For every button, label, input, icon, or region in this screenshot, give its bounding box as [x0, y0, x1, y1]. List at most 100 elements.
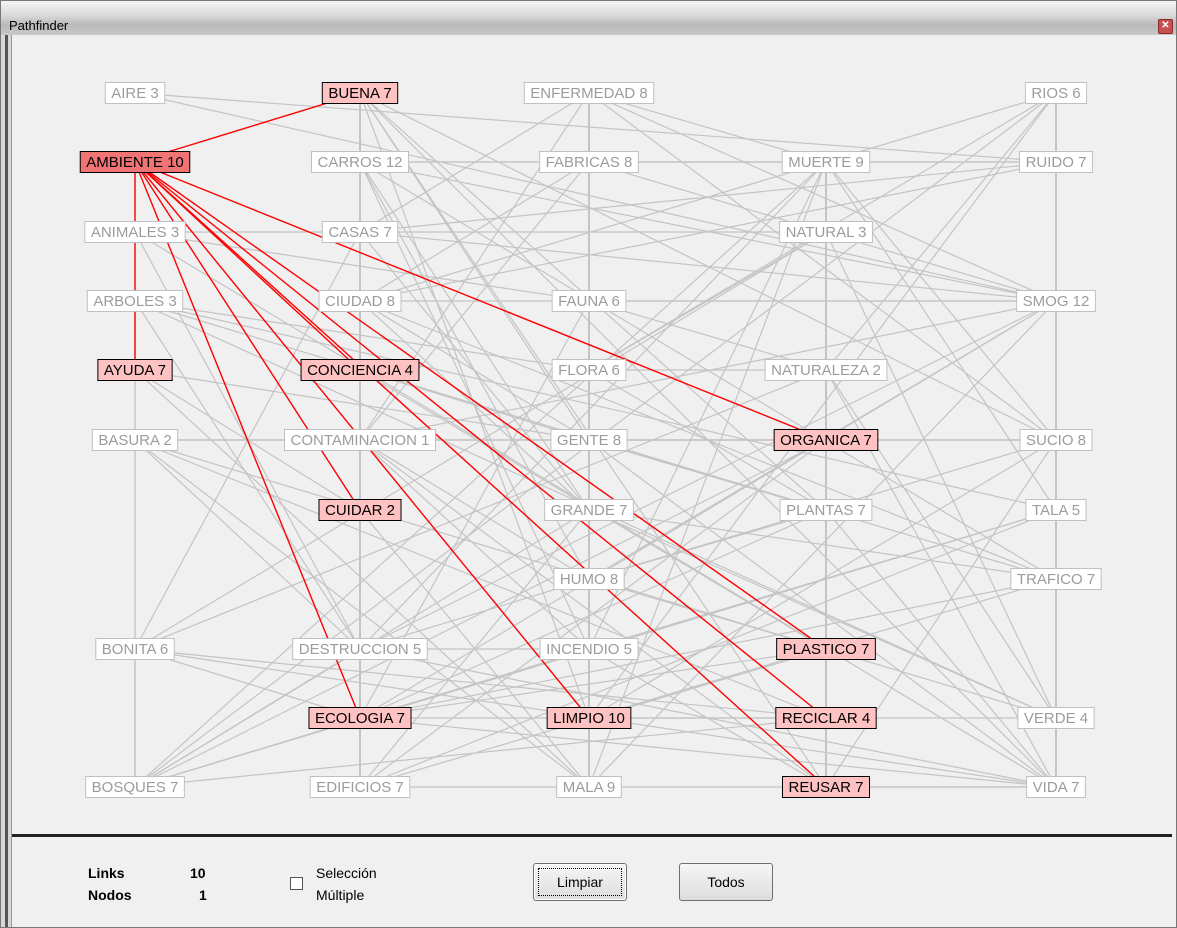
node-label-muerte: MUERTE 9 — [788, 154, 864, 171]
node-label-bosques: BOSQUES 7 — [92, 779, 179, 796]
node-buena[interactable]: BUENA 7 — [321, 82, 399, 104]
node-label-edificios: EDIFICIOS 7 — [316, 779, 404, 796]
node-smog[interactable]: SMOG 12 — [1016, 290, 1096, 312]
node-label-incendio: INCENDIO 5 — [546, 641, 632, 658]
pathfinder-window: Pathfinder ✕ AIRE 3 BUENA 7 ENFERMEDAD 8 RI… — [0, 0, 1177, 928]
node-ruido[interactable]: RUIDO 7 — [1019, 151, 1093, 173]
node-enfermedad[interactable]: ENFERMEDAD 8 — [523, 82, 655, 104]
node-label-conciencia: CONCIENCIA 4 — [307, 362, 413, 379]
node-reciclar[interactable]: RECICLAR 4 — [775, 707, 877, 729]
node-plantas[interactable]: PLANTAS 7 — [779, 499, 873, 521]
link-smog-ecologia — [359, 300, 1057, 719]
node-label-ambiente: AMBIENTE 10 — [86, 154, 184, 171]
node-incendio[interactable]: INCENDIO 5 — [539, 638, 639, 660]
node-label-basura: BASURA 2 — [98, 432, 171, 449]
link-basura-plastico — [134, 439, 827, 650]
node-muerte[interactable]: MUERTE 9 — [781, 151, 871, 173]
node-sucio[interactable]: SUCIO 8 — [1019, 429, 1093, 451]
node-label-destruccion: DESTRUCCION 5 — [299, 641, 422, 658]
node-plastico[interactable]: PLASTICO 7 — [776, 638, 876, 660]
node-carros[interactable]: CARROS 12 — [310, 151, 410, 173]
node-rios[interactable]: RIOS 6 — [1024, 82, 1088, 104]
node-label-limpio: LIMPIO 10 — [553, 710, 625, 727]
nodes-label: Nodos — [88, 887, 132, 903]
links-count: 10 — [190, 865, 206, 881]
link-arboles-tala — [134, 300, 1057, 511]
multi-select-checkbox[interactable] — [290, 877, 303, 890]
link-ecologia-vida — [359, 717, 1057, 788]
node-verde[interactable]: VERDE 4 — [1017, 707, 1095, 729]
node-label-carros: CARROS 12 — [317, 154, 402, 171]
clear-button[interactable]: Limpiar — [533, 863, 627, 901]
node-label-reciclar: RECICLAR 4 — [782, 710, 870, 727]
link-reciclar-bosques — [134, 717, 827, 788]
node-ecologia[interactable]: ECOLOGIA 7 — [308, 707, 412, 729]
node-bonita[interactable]: BONITA 6 — [95, 638, 175, 660]
node-mala[interactable]: MALA 9 — [556, 776, 622, 798]
node-bosques[interactable]: BOSQUES 7 — [85, 776, 185, 798]
node-label-mala: MALA 9 — [563, 779, 616, 796]
node-flora[interactable]: FLORA 6 — [551, 359, 627, 381]
node-ayuda[interactable]: AYUDA 7 — [97, 359, 173, 381]
node-label-contaminacion: CONTAMINACION 1 — [291, 432, 430, 449]
node-label-gente: GENTE 8 — [557, 432, 621, 449]
node-grande[interactable]: GRANDE 7 — [544, 499, 634, 521]
node-edificios[interactable]: EDIFICIOS 7 — [309, 776, 411, 798]
network-graph[interactable]: AIRE 3 BUENA 7 ENFERMEDAD 8 RIOS 6 AMBIENTE … — [13, 39, 1168, 829]
node-ambiente[interactable]: AMBIENTE 10 — [79, 151, 191, 173]
node-contaminacion[interactable]: CONTAMINACION 1 — [284, 429, 436, 451]
highlight-link-ambiente-cuidar — [134, 161, 361, 511]
node-label-sucio: SUCIO 8 — [1026, 432, 1086, 449]
node-casas[interactable]: CASAS 7 — [321, 221, 399, 243]
link-grande-verde — [588, 509, 1057, 719]
link-casas-smog — [359, 231, 1057, 302]
close-button[interactable]: ✕ — [1158, 19, 1173, 34]
node-label-ecologia: ECOLOGIA 7 — [315, 710, 405, 727]
node-natural[interactable]: NATURAL 3 — [779, 221, 873, 243]
node-cuidar[interactable]: CUIDAR 2 — [318, 499, 402, 521]
node-reusar[interactable]: REUSAR 7 — [781, 776, 871, 798]
node-label-ciudad: CIUDAD 8 — [325, 293, 395, 310]
node-tala[interactable]: TALA 5 — [1025, 499, 1087, 521]
node-gente[interactable]: GENTE 8 — [550, 429, 628, 451]
link-basura-reciclar — [134, 439, 827, 719]
node-label-reusar: REUSAR 7 — [788, 779, 863, 796]
all-button[interactable]: Todos — [679, 863, 773, 901]
node-naturaleza[interactable]: NATURALEZA 2 — [764, 359, 888, 381]
node-label-tala: TALA 5 — [1032, 502, 1080, 519]
title-bar[interactable]: Pathfinder ✕ — [1, 1, 1176, 35]
node-label-verde: VERDE 4 — [1024, 710, 1088, 727]
node-fauna[interactable]: FAUNA 6 — [551, 290, 627, 312]
node-ciudad[interactable]: CIUDAD 8 — [318, 290, 402, 312]
node-animales[interactable]: ANIMALES 3 — [84, 221, 186, 243]
node-label-casas: CASAS 7 — [328, 224, 391, 241]
node-destruccion[interactable]: DESTRUCCION 5 — [292, 638, 428, 660]
node-label-flora: FLORA 6 — [558, 362, 620, 379]
link-basura-destruccion — [134, 439, 361, 650]
node-basura[interactable]: BASURA 2 — [91, 429, 179, 451]
node-label-enfermedad: ENFERMEDAD 8 — [530, 85, 648, 102]
node-vida[interactable]: VIDA 7 — [1026, 776, 1086, 798]
node-aire[interactable]: AIRE 3 — [104, 82, 166, 104]
close-icon: ✕ — [1161, 20, 1170, 31]
node-limpio[interactable]: LIMPIO 10 — [546, 707, 632, 729]
link-enfermedad-smog — [588, 92, 1057, 302]
node-label-grande: GRANDE 7 — [551, 502, 628, 519]
node-organica[interactable]: ORGANICA 7 — [773, 429, 879, 451]
node-trafico[interactable]: TRAFICO 7 — [1010, 568, 1102, 590]
node-label-fabricas: FABRICAS 8 — [546, 154, 633, 171]
node-label-cuidar: CUIDAR 2 — [325, 502, 395, 519]
node-conciencia[interactable]: CONCIENCIA 4 — [300, 359, 420, 381]
node-label-buena: BUENA 7 — [328, 85, 391, 102]
node-humo[interactable]: HUMO 8 — [553, 568, 625, 590]
node-arboles[interactable]: ARBOLES 3 — [86, 290, 184, 312]
node-label-ruido: RUIDO 7 — [1026, 154, 1087, 171]
multi-select-label-1[interactable]: Selección — [316, 865, 377, 881]
node-label-organica: ORGANICA 7 — [780, 432, 872, 449]
link-organica-bosques — [134, 439, 827, 788]
multi-select-label-2[interactable]: Múltiple — [316, 887, 364, 903]
node-fabricas[interactable]: FABRICAS 8 — [539, 151, 639, 173]
node-label-humo: HUMO 8 — [560, 571, 618, 588]
focus-ring — [538, 868, 622, 896]
node-label-smog: SMOG 12 — [1023, 293, 1090, 310]
